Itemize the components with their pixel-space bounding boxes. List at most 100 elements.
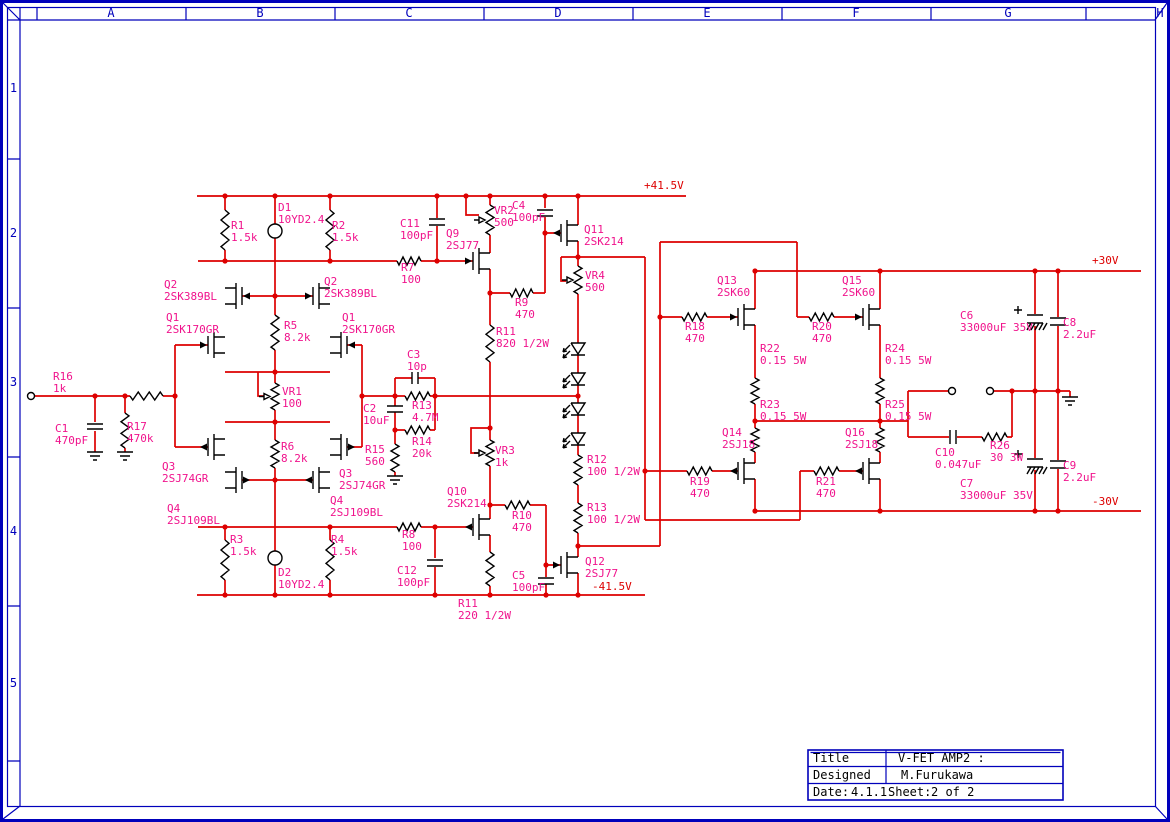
part-value-label: 4.7M — [412, 411, 439, 424]
symbol-strokes — [87, 205, 1078, 586]
part-value-label: 500 — [585, 281, 605, 294]
part-value-label: 0.047uF — [935, 458, 981, 471]
part-value-label: 2.2uF — [1063, 328, 1096, 341]
index-strip-lines — [3, 3, 1167, 819]
column-letter: G — [1004, 6, 1011, 20]
part-value-label: 0.15 5W — [760, 410, 807, 423]
date-label: Date: — [813, 785, 849, 799]
part-value-label: 470 — [515, 308, 535, 321]
part-value-label: 30 3W — [990, 451, 1023, 464]
part-value-label: 33000uF 35V — [960, 489, 1033, 502]
junction-dot — [222, 193, 227, 198]
part-value-label: 1.5k — [332, 231, 359, 244]
part-value-label: 2SK60 — [842, 286, 875, 299]
date-value: 4.1.1 — [851, 785, 887, 799]
junction-dot — [272, 193, 277, 198]
junction-dot — [327, 592, 332, 597]
part-value-label: 100 1/2W — [587, 465, 640, 478]
row-number: 3 — [10, 375, 17, 389]
junction-dot — [575, 543, 580, 548]
part-value-label: 2SK170GR — [342, 323, 395, 336]
part-value-label: 560 — [365, 455, 385, 468]
part-value-label: 470k — [127, 432, 154, 445]
rail-label: -41.5V — [592, 580, 632, 593]
rail-label: +41.5V — [644, 179, 684, 192]
junction-dot — [752, 268, 757, 273]
part-value-label: 1.5k — [231, 231, 258, 244]
sheet-frame: ABCDEFGH 12345 — [2, 2, 1169, 821]
column-letter: C — [405, 6, 412, 20]
junction-dot — [172, 393, 177, 398]
part-value-label: 2SJ109BL — [330, 506, 383, 519]
designed-value: M.Furukawa — [901, 768, 973, 782]
input-terminal — [28, 393, 35, 400]
row-numbers: 12345 — [10, 81, 17, 690]
column-letter: A — [107, 6, 115, 20]
part-value-label: 100 — [401, 273, 421, 286]
column-letter: B — [256, 6, 263, 20]
output-terminal-right — [987, 388, 994, 395]
junction-dot — [434, 193, 439, 198]
part-value-label: 2SK389BL — [164, 290, 217, 303]
junction-dot — [575, 193, 580, 198]
part-value-label: 100pF — [512, 581, 545, 594]
row-number: 2 — [10, 226, 17, 240]
junction-dot — [122, 393, 127, 398]
junction-dot — [432, 393, 437, 398]
part-value-label: 100pF — [512, 211, 545, 224]
part-value-label: 0.15 5W — [760, 354, 807, 367]
part-value-label: 100 — [282, 397, 302, 410]
junction-dot — [222, 258, 227, 263]
junction-dot — [434, 258, 439, 263]
junction-dot — [272, 592, 277, 597]
part-value-label: 10YD2.4 — [278, 213, 325, 226]
junction-dot — [542, 230, 547, 235]
junction-dot — [877, 268, 882, 273]
junction-dot — [392, 393, 397, 398]
output-terminal-left — [949, 388, 956, 395]
column-letter: D — [554, 6, 561, 20]
part-value-label: 1k — [495, 456, 509, 469]
terminals — [28, 388, 994, 400]
sheet-label: Sheet: — [888, 785, 931, 799]
schematic-page: ABCDEFGH 12345 R161kC1470pFR17470kQ22SK3… — [0, 0, 1170, 822]
column-letter: F — [852, 6, 859, 20]
junction-dot — [327, 524, 332, 529]
index-divider-lines — [8, 8, 1087, 762]
junction-dot — [642, 468, 647, 473]
part-value-label: 2.2uF — [1063, 471, 1096, 484]
junction-dot — [432, 592, 437, 597]
junction-dot — [1055, 508, 1060, 513]
part-value-label: 2SJ18 — [722, 438, 755, 451]
part-value-label: 470 — [690, 487, 710, 500]
junction-dot — [1055, 388, 1060, 393]
junction-dot — [327, 258, 332, 263]
part-value-label: 220 1/2W — [458, 609, 511, 622]
junction-dot — [487, 290, 492, 295]
junction-dot — [272, 477, 277, 482]
component-labels: R161kC1470pFR17470kQ22SK389BLQ12SK170GRQ… — [53, 199, 1096, 622]
junction-dot — [392, 427, 397, 432]
part-value-label: 2SJ77 — [446, 239, 479, 252]
junction-dot — [575, 592, 580, 597]
row-number: 5 — [10, 676, 17, 690]
index-dividers — [8, 8, 1087, 762]
junction-dot — [752, 418, 757, 423]
rail-label: +30V — [1092, 254, 1119, 267]
part-value-label: 820 1/2W — [496, 337, 549, 350]
junction-dot — [1032, 268, 1037, 273]
part-value-label: 8.2k — [284, 331, 311, 344]
junction-dot — [487, 502, 492, 507]
row-number: 4 — [10, 524, 17, 538]
schematic-canvas: ABCDEFGH 12345 R161kC1470pFR17470kQ22SK3… — [0, 0, 1170, 822]
junction-dot — [272, 369, 277, 374]
part-value-label: 0.15 5W — [885, 354, 932, 367]
junction-dot — [463, 193, 468, 198]
designed-label: Designed — [813, 768, 871, 782]
junction-dot — [92, 393, 97, 398]
junction-dot — [542, 193, 547, 198]
junction-dot — [877, 418, 882, 423]
power-rail-labels: +41.5V-41.5V+30V-30V — [592, 179, 1119, 593]
part-value-label: 100pF — [400, 229, 433, 242]
junction-dot — [575, 254, 580, 259]
